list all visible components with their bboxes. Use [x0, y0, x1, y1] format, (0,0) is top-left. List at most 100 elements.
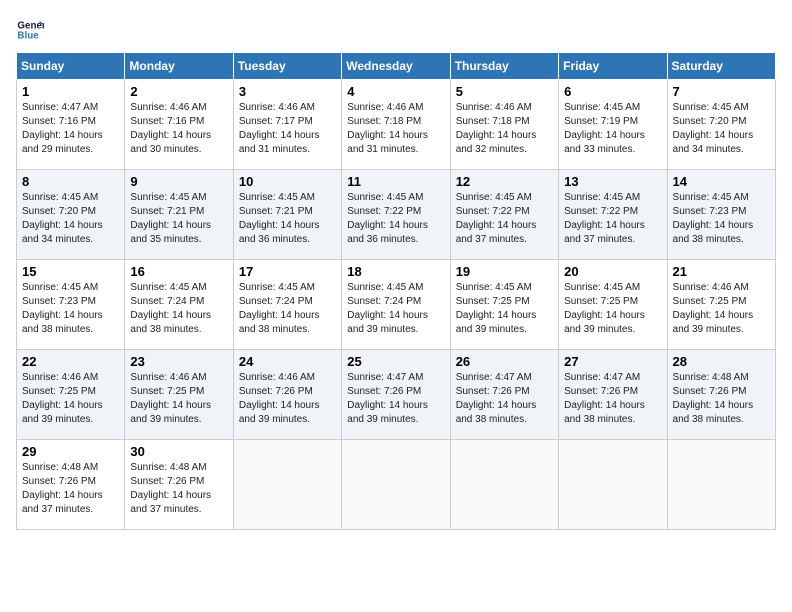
day-info: Sunrise: 4:46 AMSunset: 7:26 PMDaylight:…: [239, 372, 320, 425]
day-cell: 27 Sunrise: 4:47 AMSunset: 7:26 PMDaylig…: [559, 350, 667, 440]
weekday-header-friday: Friday: [559, 53, 667, 80]
calendar-table: SundayMondayTuesdayWednesdayThursdayFrid…: [16, 52, 776, 530]
day-info: Sunrise: 4:45 AMSunset: 7:23 PMDaylight:…: [22, 282, 103, 335]
day-number: 2: [130, 84, 227, 99]
day-number: 10: [239, 174, 336, 189]
day-info: Sunrise: 4:45 AMSunset: 7:21 PMDaylight:…: [239, 192, 320, 245]
day-info: Sunrise: 4:46 AMSunset: 7:18 PMDaylight:…: [347, 102, 428, 155]
day-cell: 30 Sunrise: 4:48 AMSunset: 7:26 PMDaylig…: [125, 440, 233, 530]
svg-text:Blue: Blue: [17, 30, 39, 41]
day-info: Sunrise: 4:48 AMSunset: 7:26 PMDaylight:…: [673, 372, 754, 425]
day-number: 1: [22, 84, 119, 99]
day-cell: 6 Sunrise: 4:45 AMSunset: 7:19 PMDayligh…: [559, 80, 667, 170]
day-number: 14: [673, 174, 770, 189]
day-cell: 15 Sunrise: 4:45 AMSunset: 7:23 PMDaylig…: [17, 260, 125, 350]
day-number: 27: [564, 354, 661, 369]
day-number: 30: [130, 444, 227, 459]
day-info: Sunrise: 4:46 AMSunset: 7:16 PMDaylight:…: [130, 102, 211, 155]
day-number: 12: [456, 174, 553, 189]
day-cell: 23 Sunrise: 4:46 AMSunset: 7:25 PMDaylig…: [125, 350, 233, 440]
day-number: 25: [347, 354, 444, 369]
day-number: 21: [673, 264, 770, 279]
day-info: Sunrise: 4:45 AMSunset: 7:25 PMDaylight:…: [456, 282, 537, 335]
day-number: 4: [347, 84, 444, 99]
day-info: Sunrise: 4:47 AMSunset: 7:26 PMDaylight:…: [456, 372, 537, 425]
day-cell: 22 Sunrise: 4:46 AMSunset: 7:25 PMDaylig…: [17, 350, 125, 440]
day-number: 20: [564, 264, 661, 279]
day-cell: 16 Sunrise: 4:45 AMSunset: 7:24 PMDaylig…: [125, 260, 233, 350]
day-cell: 1 Sunrise: 4:47 AMSunset: 7:16 PMDayligh…: [17, 80, 125, 170]
week-row-3: 15 Sunrise: 4:45 AMSunset: 7:23 PMDaylig…: [17, 260, 776, 350]
day-number: 22: [22, 354, 119, 369]
day-number: 9: [130, 174, 227, 189]
day-info: Sunrise: 4:45 AMSunset: 7:24 PMDaylight:…: [130, 282, 211, 335]
day-cell: 21 Sunrise: 4:46 AMSunset: 7:25 PMDaylig…: [667, 260, 775, 350]
day-number: 23: [130, 354, 227, 369]
day-cell: 24 Sunrise: 4:46 AMSunset: 7:26 PMDaylig…: [233, 350, 341, 440]
day-number: 29: [22, 444, 119, 459]
day-info: Sunrise: 4:46 AMSunset: 7:17 PMDaylight:…: [239, 102, 320, 155]
day-cell: 25 Sunrise: 4:47 AMSunset: 7:26 PMDaylig…: [342, 350, 450, 440]
week-row-4: 22 Sunrise: 4:46 AMSunset: 7:25 PMDaylig…: [17, 350, 776, 440]
day-info: Sunrise: 4:45 AMSunset: 7:19 PMDaylight:…: [564, 102, 645, 155]
day-number: 17: [239, 264, 336, 279]
day-cell: 13 Sunrise: 4:45 AMSunset: 7:22 PMDaylig…: [559, 170, 667, 260]
day-info: Sunrise: 4:45 AMSunset: 7:22 PMDaylight:…: [347, 192, 428, 245]
logo: General Blue: [16, 16, 48, 44]
day-cell: [342, 440, 450, 530]
day-number: 8: [22, 174, 119, 189]
day-cell: 4 Sunrise: 4:46 AMSunset: 7:18 PMDayligh…: [342, 80, 450, 170]
weekday-header-saturday: Saturday: [667, 53, 775, 80]
day-cell: 2 Sunrise: 4:46 AMSunset: 7:16 PMDayligh…: [125, 80, 233, 170]
day-number: 28: [673, 354, 770, 369]
weekday-header-sunday: Sunday: [17, 53, 125, 80]
day-number: 3: [239, 84, 336, 99]
day-cell: 12 Sunrise: 4:45 AMSunset: 7:22 PMDaylig…: [450, 170, 558, 260]
weekday-header-wednesday: Wednesday: [342, 53, 450, 80]
day-cell: 5 Sunrise: 4:46 AMSunset: 7:18 PMDayligh…: [450, 80, 558, 170]
day-cell: 3 Sunrise: 4:46 AMSunset: 7:17 PMDayligh…: [233, 80, 341, 170]
day-cell: 20 Sunrise: 4:45 AMSunset: 7:25 PMDaylig…: [559, 260, 667, 350]
day-cell: 9 Sunrise: 4:45 AMSunset: 7:21 PMDayligh…: [125, 170, 233, 260]
weekday-header-tuesday: Tuesday: [233, 53, 341, 80]
day-cell: [233, 440, 341, 530]
day-number: 15: [22, 264, 119, 279]
day-number: 16: [130, 264, 227, 279]
day-info: Sunrise: 4:46 AMSunset: 7:18 PMDaylight:…: [456, 102, 537, 155]
week-row-2: 8 Sunrise: 4:45 AMSunset: 7:20 PMDayligh…: [17, 170, 776, 260]
day-number: 11: [347, 174, 444, 189]
day-info: Sunrise: 4:45 AMSunset: 7:22 PMDaylight:…: [456, 192, 537, 245]
day-info: Sunrise: 4:45 AMSunset: 7:24 PMDaylight:…: [239, 282, 320, 335]
day-number: 18: [347, 264, 444, 279]
day-info: Sunrise: 4:45 AMSunset: 7:20 PMDaylight:…: [22, 192, 103, 245]
weekday-header-monday: Monday: [125, 53, 233, 80]
day-info: Sunrise: 4:47 AMSunset: 7:26 PMDaylight:…: [564, 372, 645, 425]
day-number: 24: [239, 354, 336, 369]
day-info: Sunrise: 4:48 AMSunset: 7:26 PMDaylight:…: [22, 462, 103, 515]
logo-icon: General Blue: [16, 16, 44, 44]
day-cell: 17 Sunrise: 4:45 AMSunset: 7:24 PMDaylig…: [233, 260, 341, 350]
day-cell: 14 Sunrise: 4:45 AMSunset: 7:23 PMDaylig…: [667, 170, 775, 260]
day-number: 6: [564, 84, 661, 99]
day-cell: 8 Sunrise: 4:45 AMSunset: 7:20 PMDayligh…: [17, 170, 125, 260]
day-info: Sunrise: 4:45 AMSunset: 7:20 PMDaylight:…: [673, 102, 754, 155]
weekday-header-row: SundayMondayTuesdayWednesdayThursdayFrid…: [17, 53, 776, 80]
day-cell: 28 Sunrise: 4:48 AMSunset: 7:26 PMDaylig…: [667, 350, 775, 440]
day-cell: 19 Sunrise: 4:45 AMSunset: 7:25 PMDaylig…: [450, 260, 558, 350]
day-cell: [559, 440, 667, 530]
day-cell: 29 Sunrise: 4:48 AMSunset: 7:26 PMDaylig…: [17, 440, 125, 530]
day-cell: 11 Sunrise: 4:45 AMSunset: 7:22 PMDaylig…: [342, 170, 450, 260]
day-info: Sunrise: 4:46 AMSunset: 7:25 PMDaylight:…: [22, 372, 103, 425]
day-info: Sunrise: 4:45 AMSunset: 7:21 PMDaylight:…: [130, 192, 211, 245]
day-info: Sunrise: 4:45 AMSunset: 7:22 PMDaylight:…: [564, 192, 645, 245]
day-info: Sunrise: 4:48 AMSunset: 7:26 PMDaylight:…: [130, 462, 211, 515]
week-row-5: 29 Sunrise: 4:48 AMSunset: 7:26 PMDaylig…: [17, 440, 776, 530]
day-number: 13: [564, 174, 661, 189]
day-info: Sunrise: 4:45 AMSunset: 7:23 PMDaylight:…: [673, 192, 754, 245]
day-info: Sunrise: 4:46 AMSunset: 7:25 PMDaylight:…: [673, 282, 754, 335]
day-cell: 10 Sunrise: 4:45 AMSunset: 7:21 PMDaylig…: [233, 170, 341, 260]
day-info: Sunrise: 4:46 AMSunset: 7:25 PMDaylight:…: [130, 372, 211, 425]
day-info: Sunrise: 4:45 AMSunset: 7:25 PMDaylight:…: [564, 282, 645, 335]
day-number: 7: [673, 84, 770, 99]
week-row-1: 1 Sunrise: 4:47 AMSunset: 7:16 PMDayligh…: [17, 80, 776, 170]
